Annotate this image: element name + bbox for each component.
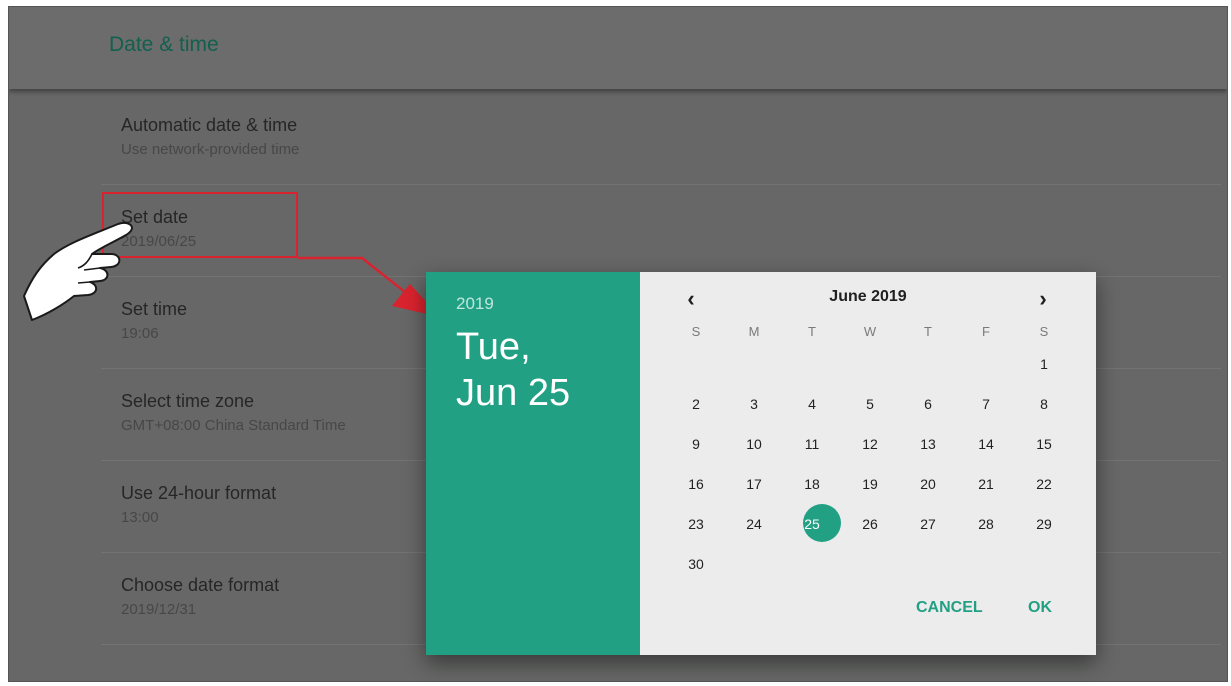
calendar-day-label: 19 [862, 476, 878, 492]
selected-year[interactable]: 2019 [456, 294, 494, 314]
calendar-day-label: 16 [688, 476, 704, 492]
setting-subtitle: 13:00 [121, 509, 159, 526]
weekday-label: M [748, 324, 760, 339]
page-title: Date & time [109, 33, 219, 56]
calendar-day-label: 21 [978, 476, 994, 492]
calendar-day-label: 4 [808, 396, 816, 412]
calendar-week: 9 10 11 12 13 14 15 [667, 424, 1073, 464]
calendar-day[interactable]: 20 [899, 474, 957, 494]
app-bar: Date & time [9, 7, 1227, 89]
cancel-button[interactable]: CANCEL [916, 599, 983, 617]
calendar-day[interactable]: 11 [783, 434, 841, 454]
calendar-day-label: 17 [746, 476, 762, 492]
calendar-grid: S M T W T F S 1 2 3 4 5 6 7 8 9 10 11 12 13 14 15 16 17 18 19 20 21… [667, 320, 1073, 584]
calendar-day-label: 12 [862, 436, 878, 452]
selected-date[interactable]: Tue, Jun 25 [456, 324, 636, 416]
calendar-day-label: 3 [750, 396, 758, 412]
calendar-day-label: 24 [746, 516, 762, 532]
calendar-day-label: 25 [804, 516, 820, 532]
calendar-day[interactable]: 12 [841, 434, 899, 454]
calendar-week: 2 3 4 5 6 7 8 [667, 384, 1073, 424]
calendar-day[interactable]: 28 [957, 514, 1015, 534]
calendar-day-label: 7 [982, 396, 990, 412]
calendar-day[interactable]: 6 [899, 394, 957, 414]
calendar-day-label: 13 [920, 436, 936, 452]
calendar-day-label: 9 [692, 436, 700, 452]
calendar-day[interactable]: 2 [667, 394, 725, 414]
selected-date-weekday: Tue, [456, 326, 531, 368]
calendar-day[interactable]: 23 [667, 514, 725, 534]
calendar-day-label: 18 [804, 476, 820, 492]
calendar-day[interactable]: 30 [667, 554, 725, 574]
calendar-day[interactable]: 19 [841, 474, 899, 494]
date-picker-header: 2019 Tue, Jun 25 [426, 272, 640, 655]
calendar-day[interactable]: 1 [1015, 354, 1073, 374]
setting-subtitle: GMT+08:00 China Standard Time [121, 417, 346, 434]
calendar-day[interactable]: 9 [667, 434, 725, 454]
calendar-week: 30 [667, 544, 1073, 584]
weekday-label: S [1039, 324, 1049, 339]
calendar-day-label: 30 [688, 556, 704, 572]
calendar-day[interactable]: 10 [725, 434, 783, 454]
selected-date-monthday: Jun 25 [456, 372, 571, 414]
weekday-label: W [863, 324, 877, 339]
calendar-day-label: 26 [862, 516, 878, 532]
setting-title: Choose date format [121, 575, 280, 595]
calendar-day[interactable]: 15 [1015, 434, 1073, 454]
calendar-day[interactable]: 3 [725, 394, 783, 414]
calendar-day[interactable]: 13 [899, 434, 957, 454]
calendar-day[interactable]: 29 [1015, 514, 1073, 534]
calendar-day-label: 15 [1036, 436, 1052, 452]
calendar-day[interactable]: 7 [957, 394, 1015, 414]
calendar-day[interactable]: 14 [957, 434, 1015, 454]
setting-subtitle: Use network-provided time [121, 141, 300, 158]
calendar-day[interactable]: 18 [783, 474, 841, 494]
ok-button[interactable]: OK [1028, 599, 1052, 617]
calendar-day[interactable]: 4 [783, 394, 841, 414]
setting-title: Use 24-hour format [121, 483, 277, 503]
weekday-label: T [808, 324, 816, 339]
calendar-day-label: 6 [924, 396, 932, 412]
calendar-day-label: 23 [688, 516, 704, 532]
calendar-day[interactable]: 24 [725, 514, 783, 534]
calendar-week: 1 [667, 344, 1073, 384]
weekday-header: SMTWTFS [667, 320, 1073, 344]
chevron-right-icon[interactable]: › [1028, 284, 1058, 314]
calendar-day[interactable]: 17 [725, 474, 783, 494]
calendar-day-selected[interactable]: 25 [783, 504, 841, 542]
calendar-day[interactable]: 5 [841, 394, 899, 414]
calendar-day-label: 29 [1036, 516, 1052, 532]
calendar-day-label: 28 [978, 516, 994, 532]
calendar-week: 23 24 25 26 27 28 29 [667, 504, 1073, 544]
dialog-actions: CANCEL OK [640, 599, 1096, 629]
calendar-panel: ‹ June 2019 › S M T W T F S 1 2 3 4 5 6 7 8 9 10 11 12 13 14… [640, 272, 1096, 655]
weekday-label: T [924, 324, 932, 339]
calendar-day[interactable]: 21 [957, 474, 1015, 494]
calendar-day[interactable]: 27 [899, 514, 957, 534]
calendar-day[interactable]: 26 [841, 514, 899, 534]
setting-automatic-date-time[interactable]: Automatic date & time Use network-provid… [101, 93, 1221, 185]
calendar-day-label: 22 [1036, 476, 1052, 492]
calendar-day-label: 14 [978, 436, 994, 452]
calendar-day[interactable]: 8 [1015, 394, 1073, 414]
calendar-day-label: 11 [804, 436, 820, 452]
pointing-hand-icon [23, 222, 133, 321]
calendar-day-label: 1 [1040, 356, 1048, 372]
setting-title: Automatic date & time [121, 115, 298, 135]
calendar-day-label: 2 [692, 396, 700, 412]
calendar-day-label: 27 [920, 516, 936, 532]
date-picker-dialog: 2019 Tue, Jun 25 ‹ June 2019 › SMTWTFS12… [426, 272, 1096, 655]
calendar-day[interactable]: 22 [1015, 474, 1073, 494]
setting-title: Select time zone [121, 391, 255, 411]
calendar-day-label: 8 [1040, 396, 1048, 412]
weekday-label: F [982, 324, 990, 339]
weekday-label: S [691, 324, 701, 339]
calendar-day[interactable]: 16 [667, 474, 725, 494]
calendar-day-label: 5 [866, 396, 874, 412]
calendar-week: 16 17 18 19 20 21 22 [667, 464, 1073, 504]
calendar-day-label: 10 [746, 436, 762, 452]
setting-subtitle: 2019/12/31 [121, 601, 197, 618]
calendar-day-label: 20 [920, 476, 936, 492]
